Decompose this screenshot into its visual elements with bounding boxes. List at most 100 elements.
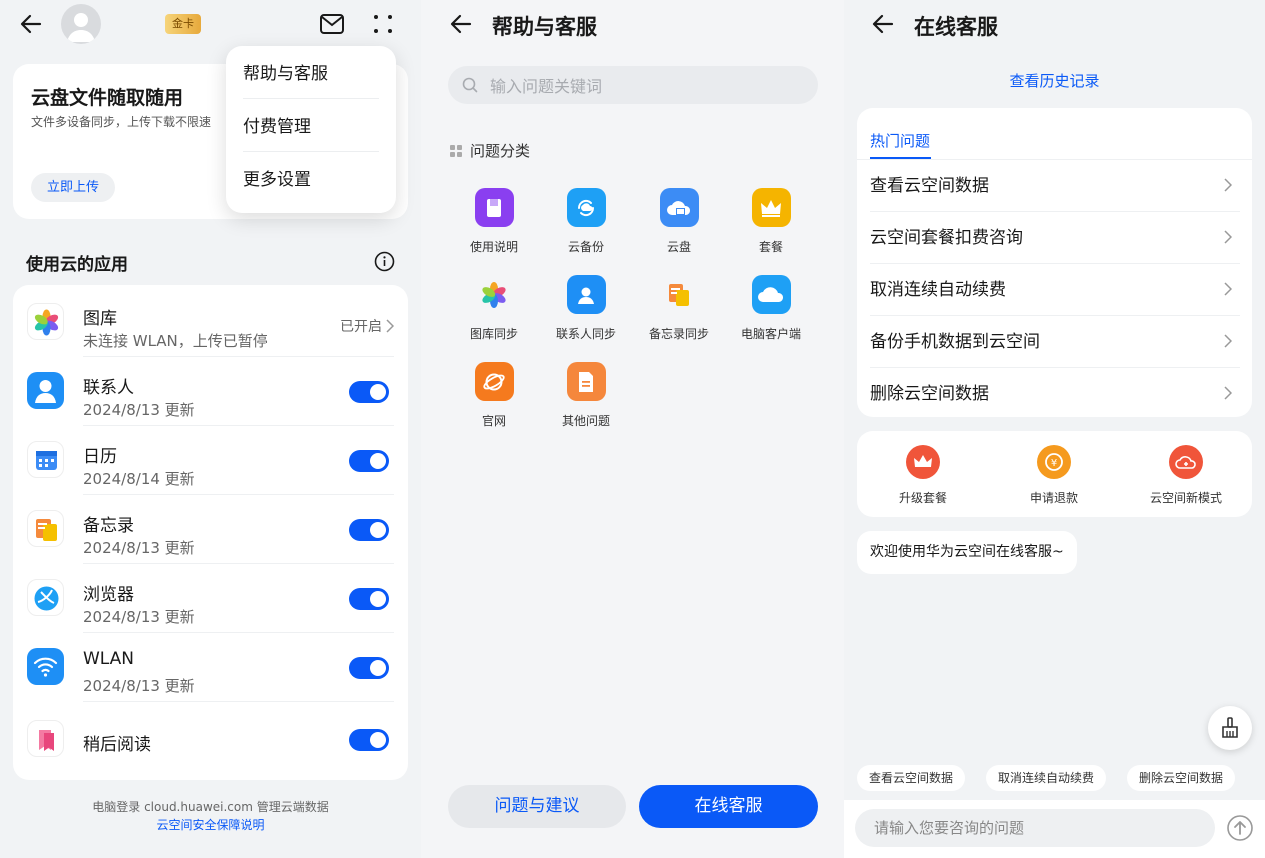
contacts-icon — [27, 372, 64, 409]
upgrade-crown-icon — [906, 445, 940, 479]
upgrade-plan-button[interactable]: 升级套餐 — [858, 445, 988, 506]
category-item-manual[interactable]: 使用说明 — [448, 188, 540, 255]
view-history-link[interactable]: 查看历史记录 — [844, 70, 1265, 91]
apps-list: 图库 未连接 WLAN，上传已暂停 已开启 联系人 2024/8/13 更新 日… — [13, 285, 408, 780]
website-icon — [474, 362, 514, 401]
search-icon — [462, 77, 478, 93]
member-badge: 金卡 — [165, 14, 201, 34]
svg-text:¥: ¥ — [1051, 458, 1057, 469]
category-label: 联系人同步 — [555, 327, 616, 341]
upload-now-button[interactable]: 立即上传 — [31, 173, 116, 202]
promo-subtitle: 文件多设备同步，上传下载不限速 — [31, 115, 212, 129]
category-item-pc-client[interactable]: 电脑客户端 — [725, 275, 817, 342]
grid-icon — [450, 144, 462, 157]
footer: 电脑登录 cloud.huawei.com 管理云端数据 云空间安全保障说明 — [0, 798, 421, 834]
suggestion-chip[interactable]: 查看云空间数据 — [857, 765, 966, 791]
quick-actions-card: 升级套餐 ¥ 申请退款 云空间新模式 — [857, 431, 1252, 517]
broom-icon[interactable] — [1208, 706, 1252, 750]
list-item[interactable]: 云空间套餐扣费咨询 — [870, 212, 1240, 264]
app-update-time: 2024/8/13 更新 — [83, 677, 195, 695]
list-item[interactable]: 取消连续自动续费 — [870, 264, 1240, 316]
welcome-message: 欢迎使用华为云空间在线客服~ — [857, 531, 1077, 574]
browser-toggle[interactable] — [349, 588, 389, 610]
app-update-time: 2024/8/14 更新 — [83, 470, 195, 488]
more-icon[interactable] — [372, 13, 394, 39]
read-later-icon — [27, 720, 64, 757]
tab-hot-questions[interactable]: 热门问题 — [870, 130, 930, 151]
category-item-website[interactable]: 官网 — [448, 362, 540, 429]
app-name: 日历 — [83, 447, 117, 467]
wlan-toggle[interactable] — [349, 657, 389, 679]
app-update-time: 2024/8/13 更新 — [83, 608, 195, 626]
section-title: 使用云的应用 — [26, 255, 128, 275]
menu-item-payment[interactable]: 付费管理 — [243, 99, 379, 152]
app-name: WLAN — [83, 649, 135, 669]
category-item-other[interactable]: 其他问题 — [540, 362, 632, 429]
send-icon[interactable] — [1226, 814, 1254, 846]
app-update-time: 2024/8/13 更新 — [83, 401, 195, 419]
list-item[interactable]: 浏览器 2024/8/13 更新 — [13, 564, 408, 633]
list-item[interactable]: 稍后阅读 — [13, 705, 408, 774]
help-center-screen: 帮助与客服 输入问题关键词 问题分类 使用说明 云备份 云盘 套餐 图库同步 联… — [421, 0, 844, 858]
online-service-button[interactable]: 在线客服 — [639, 785, 818, 828]
list-item[interactable]: 图库 未连接 WLAN，上传已暂停 已开启 — [13, 288, 408, 357]
cloud-settings-screen: 金卡 云盘文件随取随用 文件多设备同步，上传下载不限速 立即上传 帮助与客服 付… — [0, 0, 421, 858]
category-item-gallery-sync[interactable]: 图库同步 — [448, 275, 540, 342]
refund-button[interactable]: ¥ 申请退款 — [989, 445, 1119, 506]
category-label: 官网 — [481, 414, 506, 428]
list-item[interactable]: 查看云空间数据 — [870, 160, 1240, 212]
mail-icon[interactable] — [319, 13, 345, 39]
gallery-icon — [27, 303, 64, 340]
category-header: 问题分类 — [450, 140, 530, 161]
calendar-toggle[interactable] — [349, 450, 389, 472]
back-arrow-icon[interactable] — [16, 9, 46, 39]
category-label: 其他问题 — [561, 414, 610, 428]
suggestion-chip[interactable]: 取消连续自动续费 — [986, 765, 1107, 791]
contacts-toggle[interactable] — [349, 381, 389, 403]
search-input[interactable]: 输入问题关键词 — [448, 66, 818, 104]
category-label: 云备份 — [567, 240, 604, 254]
category-item-plan[interactable]: 套餐 — [725, 188, 817, 255]
category-label: 电脑客户端 — [740, 327, 801, 341]
category-label: 套餐 — [758, 240, 783, 254]
status-badge[interactable]: 已开启 — [340, 316, 394, 336]
gallery-sync-icon — [475, 275, 514, 314]
list-item[interactable]: WLAN 2024/8/13 更新 — [13, 633, 408, 702]
feedback-button[interactable]: 问题与建议 — [448, 785, 626, 828]
status-label: 已开启 — [340, 319, 382, 335]
back-arrow-icon[interactable] — [868, 9, 898, 39]
list-item[interactable]: 备份手机数据到云空间 — [870, 316, 1240, 368]
browser-icon — [27, 579, 64, 616]
menu-item-help[interactable]: 帮助与客服 — [243, 46, 379, 99]
question-input[interactable]: 请输入您要咨询的问题 — [855, 809, 1215, 847]
notes-toggle[interactable] — [349, 519, 389, 541]
category-item-cloud-drive[interactable]: 云盘 — [633, 188, 725, 255]
hot-questions-card: 热门问题 查看云空间数据 云空间套餐扣费咨询 取消连续自动续费 备份手机数据到云… — [857, 108, 1252, 417]
category-item-contacts-sync[interactable]: 联系人同步 — [540, 275, 632, 342]
category-title: 问题分类 — [470, 142, 531, 160]
chevron-right-icon — [1224, 334, 1232, 348]
chevron-right-icon — [1224, 282, 1232, 296]
back-arrow-icon[interactable] — [446, 9, 476, 39]
app-status-text: 未连接 WLAN，上传已暂停 — [83, 332, 268, 350]
security-link[interactable]: 云空间安全保障说明 — [0, 816, 421, 834]
read-later-toggle[interactable] — [349, 729, 389, 751]
notes-icon — [27, 510, 64, 547]
menu-item-more-settings[interactable]: 更多设置 — [243, 152, 379, 205]
avatar[interactable] — [61, 4, 101, 44]
cloud-new-mode-icon — [1169, 445, 1203, 479]
info-icon[interactable] — [374, 251, 395, 276]
suggestion-chip[interactable]: 删除云空间数据 — [1127, 765, 1236, 791]
online-service-screen: 在线客服 查看历史记录 热门问题 查看云空间数据 云空间套餐扣费咨询 取消连续自… — [844, 0, 1265, 858]
app-name: 备忘录 — [83, 516, 134, 536]
category-item-cloud-backup[interactable]: 云备份 — [540, 188, 632, 255]
list-item[interactable]: 日历 2024/8/14 更新 — [13, 426, 408, 495]
cloud-backup-icon — [566, 188, 606, 227]
list-item[interactable]: 删除云空间数据 — [870, 368, 1240, 420]
list-item[interactable]: 备忘录 2024/8/13 更新 — [13, 495, 408, 564]
category-item-notes-sync[interactable]: 备忘录同步 — [633, 275, 725, 342]
question-text: 备份手机数据到云空间 — [870, 332, 1040, 352]
category-label: 备忘录同步 — [648, 327, 709, 341]
list-item[interactable]: 联系人 2024/8/13 更新 — [13, 357, 408, 426]
new-mode-button[interactable]: 云空间新模式 — [1121, 445, 1251, 506]
